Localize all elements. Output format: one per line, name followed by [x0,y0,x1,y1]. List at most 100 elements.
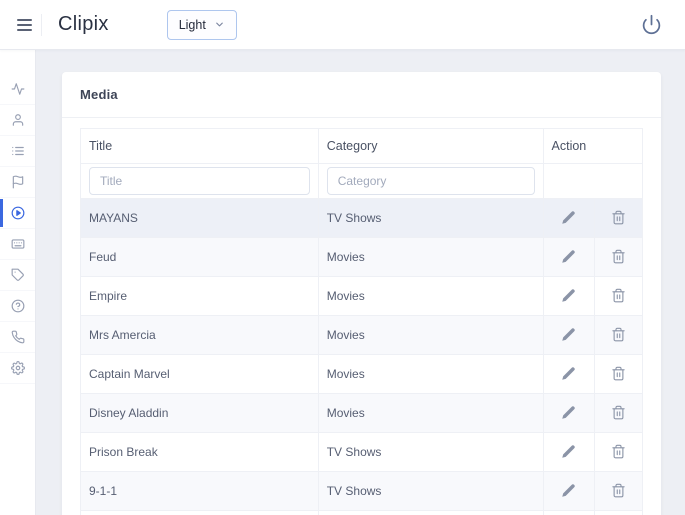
cell-title: MAYANS [81,199,319,238]
cell-category: TV Shows [318,511,543,515]
pencil-icon[interactable] [557,286,580,305]
cell-edit [543,394,595,433]
sidebar-item-phone[interactable] [0,322,35,353]
phone-icon [11,330,25,344]
sidebar-item-tag[interactable] [0,260,35,291]
cell-delete [595,277,643,316]
cell-edit [543,433,595,472]
cell-edit [543,511,595,515]
cell-title: Mrs Amercia [81,316,319,355]
trash-icon[interactable] [607,325,630,344]
cell-edit [543,355,595,394]
table-row: MAYANS TV Shows [81,199,643,238]
sidebar-item-keyboard[interactable] [0,229,35,260]
cell-edit [543,199,595,238]
app-title: Clipix [58,13,109,36]
action-filter-cell [543,164,642,199]
table-row: Disney Aladdin Movies [81,394,643,433]
card-title: Media [80,87,118,102]
cell-category: Movies [318,238,543,277]
sidebar-item-play-circle[interactable] [0,198,35,229]
pencil-icon[interactable] [557,208,580,227]
trash-icon[interactable] [607,442,630,461]
cell-title: 9-1-1 [81,472,319,511]
cell-edit [543,277,595,316]
pencil-icon[interactable] [557,442,580,461]
table-row: Prison Break TV Shows [81,433,643,472]
cell-category: Movies [318,316,543,355]
trash-icon[interactable] [607,286,630,305]
table-row: Empire Movies [81,277,643,316]
trash-icon[interactable] [607,364,630,383]
theme-dropdown[interactable]: Light [167,10,237,40]
filter-row [81,164,643,199]
theme-dropdown-value: Light [179,18,206,32]
settings-badge-icon [11,361,25,375]
cell-edit [543,238,595,277]
cell-category: Movies [318,277,543,316]
cell-category: Movies [318,355,543,394]
table-row: Captain Marvel Movies [81,355,643,394]
user-icon [11,113,25,127]
table-row: 9-1-1 TV Shows [81,472,643,511]
power-icon[interactable] [641,14,662,35]
cell-delete [595,199,643,238]
sidebar-item-flag[interactable] [0,167,35,198]
sidebar-item-user[interactable] [0,105,35,136]
pencil-icon[interactable] [557,325,580,344]
column-header-title[interactable]: Title [81,129,319,164]
topbar-divider [41,14,42,36]
category-filter-input[interactable] [327,167,535,195]
cell-title: Captain Marvel [81,355,319,394]
cell-delete [595,238,643,277]
table-row: BONES The Final Chapter TV Shows [81,511,643,515]
trash-icon[interactable] [607,403,630,422]
cell-title: Disney Aladdin [81,394,319,433]
trash-icon[interactable] [607,481,630,500]
list-icon [11,144,25,158]
topbar: Clipix Light [0,0,685,50]
cell-title: Prison Break [81,433,319,472]
cell-delete [595,355,643,394]
pencil-icon[interactable] [557,247,580,266]
media-card: Media Title Category Action [62,72,661,515]
flag-icon [11,175,25,189]
pencil-icon[interactable] [557,364,580,383]
sidebar-item-settings-badge[interactable] [0,353,35,384]
play-circle-icon [11,206,25,220]
cell-edit [543,472,595,511]
trash-icon[interactable] [607,247,630,266]
cell-category: Movies [318,394,543,433]
table-row: Mrs Amercia Movies [81,316,643,355]
main-content: Media Title Category Action [36,50,685,515]
cell-title: BONES The Final Chapter [81,511,319,515]
cell-title: Feud [81,238,319,277]
cell-delete [595,316,643,355]
cell-title: Empire [81,277,319,316]
column-header-action: Action [543,129,642,164]
table-header-row: Title Category Action [81,129,643,164]
cell-delete [595,472,643,511]
card-header: Media [62,72,661,118]
chevron-down-icon [214,19,225,30]
keyboard-icon [11,237,25,251]
sidebar-item-help-circle[interactable] [0,291,35,322]
sidebar-item-list[interactable] [0,136,35,167]
cell-category: TV Shows [318,433,543,472]
column-header-category[interactable]: Category [318,129,543,164]
sidebar [0,50,36,515]
trash-icon[interactable] [607,208,630,227]
cell-delete [595,511,643,515]
cell-delete [595,433,643,472]
sidebar-item-activity[interactable] [0,74,35,105]
help-circle-icon [11,299,25,313]
tag-icon [11,268,25,282]
pencil-icon[interactable] [557,481,580,500]
activity-icon [11,82,25,96]
media-table: Title Category Action MAYANS TV Shows [80,128,643,515]
pencil-icon[interactable] [557,403,580,422]
hamburger-icon[interactable] [9,10,39,40]
title-filter-input[interactable] [89,167,310,195]
cell-category: TV Shows [318,472,543,511]
cell-delete [595,394,643,433]
